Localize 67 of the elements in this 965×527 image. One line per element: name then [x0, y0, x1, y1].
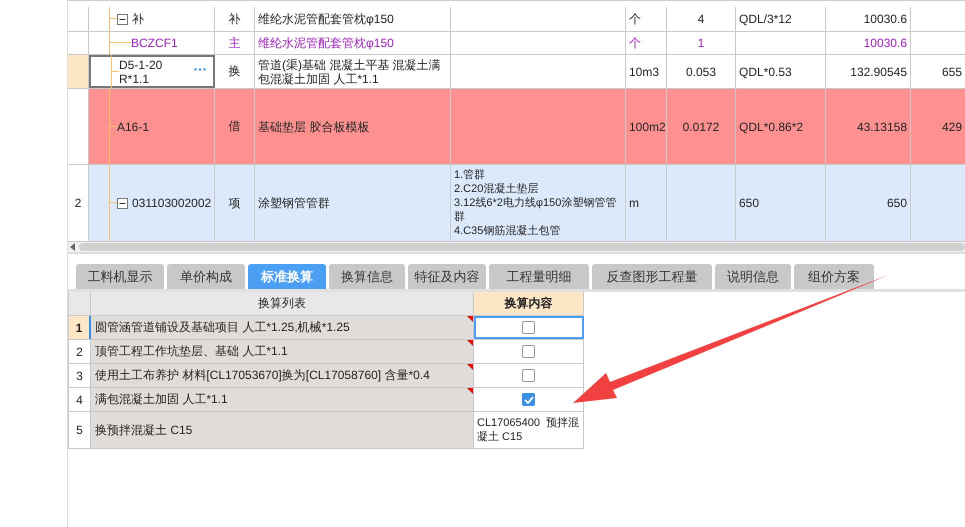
row-number-cell: 3: [68, 364, 91, 387]
unit-price-cell: 43.13158: [856, 120, 907, 134]
unit-price-cell: 10030.6: [864, 36, 907, 50]
name-cell: 涂塑钢管管群: [258, 196, 330, 210]
conversion-text: 使用土工布养护 材料[CL17053670]换为[CL17058760] 含量*0.4: [95, 367, 430, 384]
expression-cell: QDL*0.53: [739, 64, 792, 78]
conversion-text: 顶管工程工作坑垫层、基础 人工*1.1: [95, 343, 288, 360]
type-cell: 主: [228, 34, 240, 52]
unit-cell: m: [629, 196, 639, 210]
row-number-cell: 2: [68, 340, 91, 363]
tab[interactable]: 换算信息: [329, 264, 405, 289]
quantity-cell: 4: [698, 12, 704, 26]
checkbox[interactable]: [522, 393, 535, 406]
conversion-text: 圆管涵管道铺设及基础项目 人工*1.25,机械*1.25: [95, 319, 350, 336]
total-cell: 429: [942, 120, 962, 134]
tab[interactable]: 反查图形工程量: [592, 264, 712, 289]
name-cell: 基础垫层 胶合板模板: [258, 120, 370, 134]
tab[interactable]: 特征及内容: [408, 264, 486, 289]
quantity-cell: 1: [698, 36, 704, 50]
unit-cell: 个: [629, 34, 641, 52]
total-cell: 655: [942, 64, 962, 78]
row-number-cell: 4: [68, 388, 91, 411]
unit-price-cell: 132.90545: [850, 64, 907, 78]
expression-cell: 650: [739, 196, 760, 210]
row-number-cell: 1: [68, 316, 91, 339]
conversion-value: CL17065400 预拌混凝土 C15: [476, 416, 580, 444]
unit-cell: 个: [629, 10, 641, 28]
checkbox[interactable]: [522, 369, 535, 382]
conversion-text: 换预拌混凝土 C15: [95, 422, 192, 438]
name-cell-text: 管道(渠)基础 混凝土平基 混凝土满包混凝土加固 人工*1.1: [258, 58, 442, 86]
checkbox[interactable]: [522, 321, 535, 334]
quantity-cell: 0.0172: [682, 120, 720, 134]
tab[interactable]: 说明信息: [715, 264, 791, 289]
code-cell: A16-1: [117, 120, 150, 134]
column-header: 换算列表: [91, 292, 474, 315]
expression-cell: QDL*0.86*2: [739, 120, 804, 134]
collapse-icon[interactable]: [117, 14, 128, 24]
row-number-cell: 5: [68, 412, 91, 448]
checkbox[interactable]: [522, 345, 535, 358]
unit-cell: 100m2: [629, 120, 666, 134]
unit-price-cell: 650: [886, 196, 907, 210]
unit-price-cell: 10030.6: [864, 12, 907, 26]
conversion-text: 满包混凝土加固 人工*1.1: [95, 391, 228, 408]
tab[interactable]: 工程量明细: [489, 264, 589, 289]
column-header: 换算内容: [474, 292, 584, 315]
collapse-icon[interactable]: [117, 198, 128, 208]
code-cell: D5-1-20 R*1.1: [119, 58, 162, 86]
name-cell: 维纶水泥管配套管枕φ150: [258, 12, 394, 26]
tab[interactable]: 工料机显示: [76, 264, 164, 289]
type-cell: 补: [228, 10, 240, 28]
unit-cell: 10m3: [629, 64, 660, 78]
type-cell: 换: [228, 63, 240, 80]
row-number-cell: 2: [68, 165, 89, 241]
horizontal-scrollbar[interactable]: [68, 242, 965, 254]
code-cell: 031103002002: [132, 196, 212, 210]
expression-cell: QDL/3*12: [739, 12, 792, 26]
tab[interactable]: 组价方案: [794, 264, 874, 289]
scroll-left-icon[interactable]: [70, 243, 75, 251]
code-cell: 补: [132, 12, 144, 26]
type-cell: 项: [228, 194, 240, 212]
quantity-cell: 0.053: [686, 64, 716, 78]
code-cell: BCZCF1: [131, 36, 178, 50]
name-cell: 维纶水泥管配套管枕φ150: [258, 36, 394, 50]
ellipsis-icon[interactable]: [194, 68, 206, 71]
features-cell-text: 1.管群 2.C20混凝土垫层 3.12线6*2电力线φ150涂塑钢管管群 4.C35钢筋混凝土包管: [454, 168, 618, 238]
tab[interactable]: 单价构成: [167, 264, 245, 289]
type-cell: 借: [228, 118, 240, 135]
